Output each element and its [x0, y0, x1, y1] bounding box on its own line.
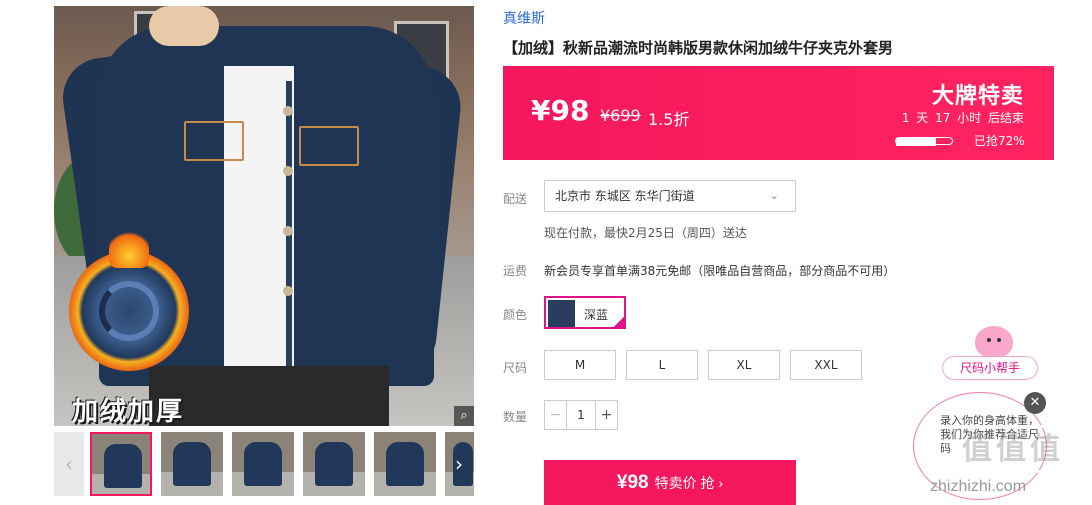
size-option-l[interactable]: L [626, 350, 698, 380]
chevron-down-icon: ⌄ [769, 189, 779, 202]
jacket-button [283, 166, 293, 176]
grab-progress-bar [895, 137, 953, 146]
jacket-pocket [299, 126, 359, 166]
grab-progress-text: 已抢72% [974, 134, 1025, 148]
model-hand [149, 6, 219, 46]
thumbnail-3[interactable] [232, 432, 294, 496]
color-label: 颜色 [503, 308, 528, 322]
watermark-logo: 值值值 [938, 425, 1088, 473]
size-option-xxl[interactable]: XXL [790, 350, 862, 380]
thumbnail-5[interactable] [374, 432, 436, 496]
grab-progress-fill [896, 138, 937, 146]
jacket-pocket [184, 121, 244, 161]
quantity-value[interactable]: 1 [567, 401, 595, 429]
buy-button-price: ¥98 [616, 472, 649, 493]
thumbnail-strip: ‹ › [54, 432, 474, 496]
image-caption: 加绒加厚 [72, 397, 185, 426]
buy-button[interactable]: ¥98 特卖价 抢 › [544, 460, 796, 505]
fee-text: 新会员专享首单满38元免邮（限唯品自营商品，部分商品不可用） [544, 264, 896, 278]
product-title: 【加绒】秋新品潮流时尚韩版男款休闲加绒牛仔夹克外套男 [503, 39, 894, 57]
size-option-xl[interactable]: XL [708, 350, 780, 380]
color-swatch [548, 300, 575, 327]
dark-pants [149, 366, 389, 426]
jacket-button [283, 106, 293, 116]
price-banner: ¥98 ¥699 1.5折 大牌特卖 1 天 17 小时 后结束 已抢72% [503, 66, 1054, 160]
current-price: ¥98 [531, 94, 590, 127]
buy-button-text: 特卖价 抢 › [654, 475, 724, 491]
size-helper-button[interactable]: 尺码小帮手 [942, 356, 1038, 380]
flame-icon [109, 228, 149, 268]
sale-title: 大牌特卖 [931, 84, 1024, 109]
color-option-selected[interactable]: 深蓝 [544, 296, 626, 329]
thumbnail-1[interactable] [90, 432, 152, 496]
shipping-label: 配送 [503, 192, 528, 206]
delivery-note: 现在付款，最快2月25日（周四）送达 [544, 226, 747, 240]
address-select[interactable]: 北京市 东城区 东华门街道 ⌄ [544, 180, 796, 212]
watermark-url: zhizhizhi.com [930, 478, 1027, 495]
quantity-plus-button[interactable]: + [595, 401, 617, 429]
zoom-icon[interactable]: ⌕ [454, 406, 474, 426]
address-value: 北京市 东城区 东华门街道 [555, 189, 695, 203]
thumbnail-2[interactable] [161, 432, 223, 496]
jacket-button [283, 286, 293, 296]
quantity-stepper: − 1 + [544, 400, 618, 430]
fleece-swirl [99, 281, 159, 341]
quantity-minus-button[interactable]: − [545, 401, 567, 429]
color-name: 深蓝 [584, 308, 609, 322]
arrow-left-icon[interactable]: ‹ [54, 432, 84, 496]
thumbnail-4[interactable] [303, 432, 365, 496]
quantity-label: 数量 [503, 410, 528, 424]
brand-link[interactable]: 真维斯 [503, 8, 545, 28]
fee-label: 运费 [503, 264, 528, 278]
close-icon[interactable]: ✕ [1024, 392, 1046, 414]
mascot-icon [975, 326, 1013, 358]
countdown-timer: 1 天 17 小时 后结束 [901, 111, 1024, 125]
main-product-image[interactable]: 加绒加厚 ⌕ [54, 6, 474, 426]
original-price: ¥699 [600, 106, 641, 125]
arrow-right-icon[interactable]: › [444, 432, 474, 496]
jacket-button [283, 226, 293, 236]
size-option-m[interactable]: M [544, 350, 616, 380]
discount-label: 1.5折 [648, 110, 690, 129]
check-icon [612, 315, 626, 329]
size-label: 尺码 [503, 361, 528, 375]
